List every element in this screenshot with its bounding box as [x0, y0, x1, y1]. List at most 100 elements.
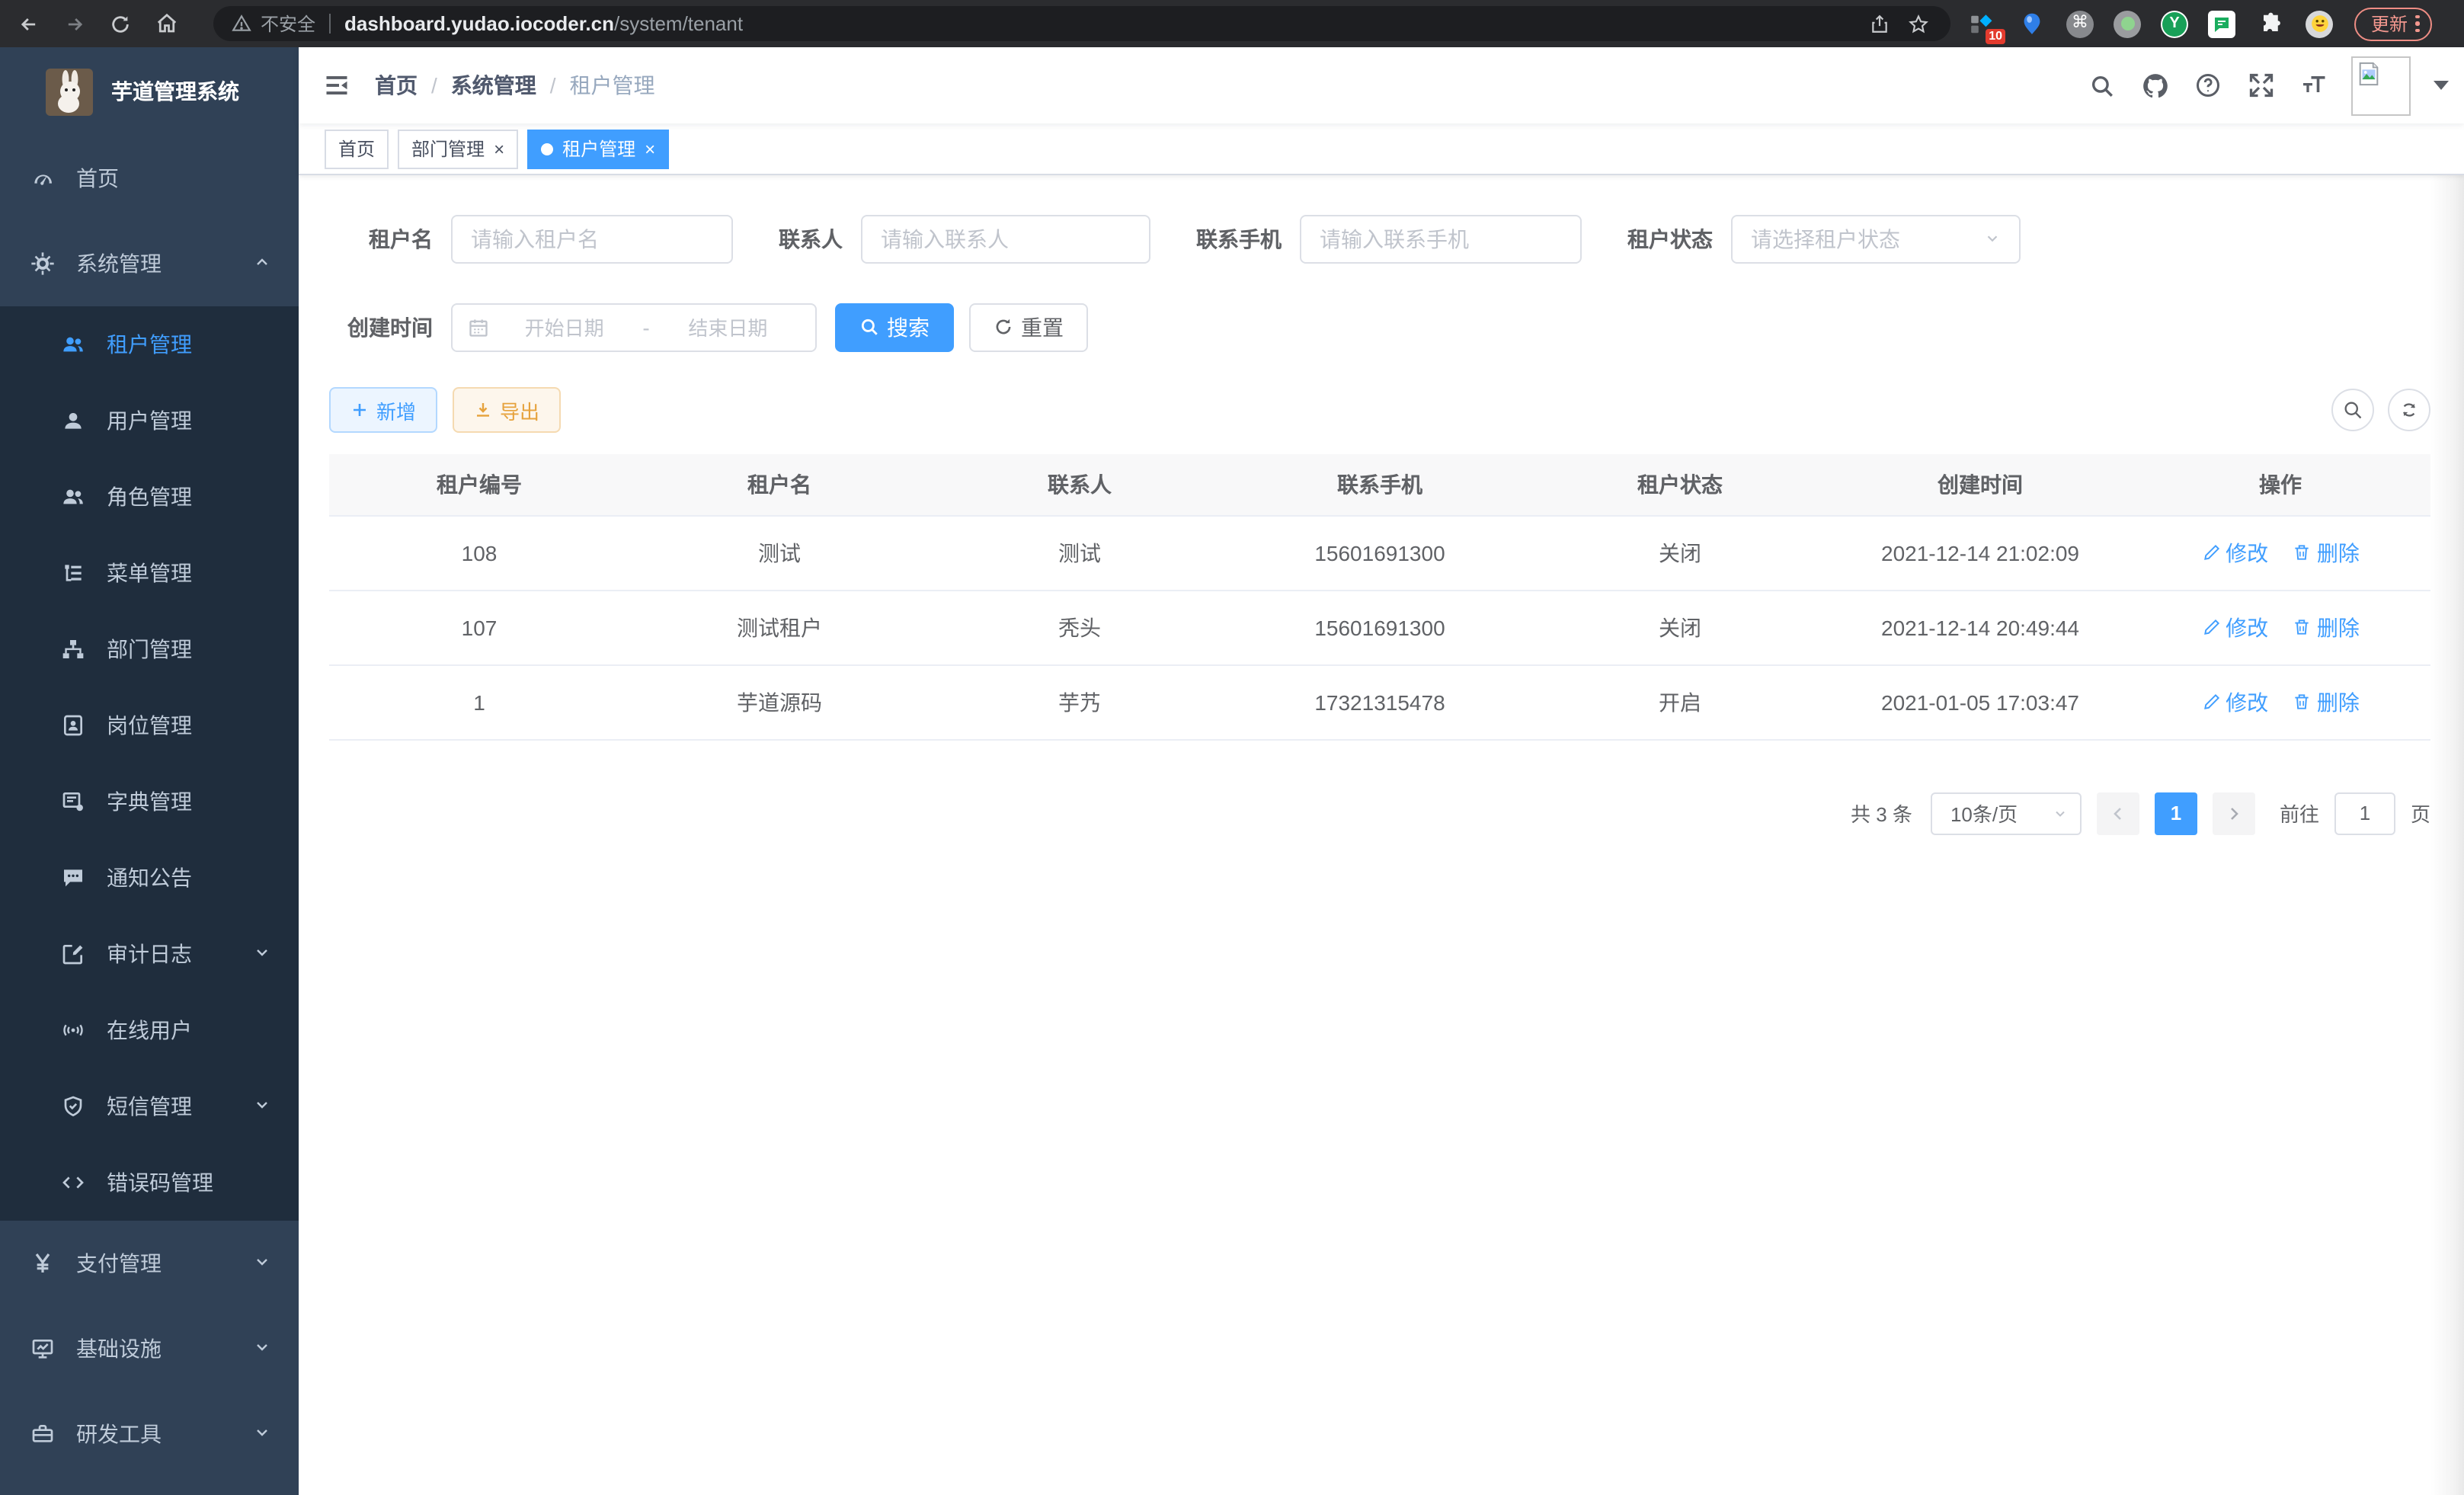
bookmark-star-icon[interactable] — [1899, 13, 1938, 34]
browser-toolbar: 不安全 dashboard.yudao.iocoder.cn/system/te… — [0, 0, 2464, 47]
delete-link[interactable]: 删除 — [2293, 537, 2360, 568]
mobile-input[interactable] — [1320, 226, 1562, 251]
edit-link[interactable]: 修改 — [2201, 612, 2268, 642]
share-icon[interactable] — [1859, 13, 1899, 34]
breadcrumb-system[interactable]: 系统管理 — [451, 70, 536, 101]
tab-dept[interactable]: 部门管理 × — [398, 129, 518, 168]
app-title: 芋道管理系统 — [111, 76, 239, 107]
cell-contact: 芋艿 — [930, 664, 1230, 739]
top-navbar: 首页 / 系统管理 / 租户管理 — [299, 47, 2464, 123]
tab-home[interactable]: 首页 — [325, 129, 389, 168]
sidebar-item-infra[interactable]: 基础设施 — [0, 1306, 299, 1391]
filter-contact: 联系人 — [779, 214, 1150, 263]
extension-smiley-icon[interactable] — [2306, 10, 2333, 37]
browser-back-button[interactable] — [6, 0, 52, 47]
sidebar-item-label: 支付管理 — [76, 1248, 162, 1279]
fullscreen-icon[interactable] — [2245, 69, 2278, 102]
delete-link[interactable]: 删除 — [2293, 687, 2360, 717]
export-button[interactable]: 导出 — [453, 387, 561, 433]
extension-puzzle-icon[interactable] — [2255, 8, 2286, 39]
table-search-toggle-icon[interactable] — [2331, 389, 2374, 431]
address-bar[interactable]: 不安全 dashboard.yudao.iocoder.cn/system/te… — [213, 6, 1950, 41]
people-icon — [61, 485, 85, 509]
extension-y-icon[interactable]: Y — [2161, 10, 2188, 37]
extension-collection-icon[interactable]: 10 — [1966, 8, 1996, 39]
edit-link[interactable]: 修改 — [2201, 537, 2268, 568]
sidebar-item-tenant[interactable]: 租户管理 — [0, 306, 299, 383]
breadcrumb-home[interactable]: 首页 — [375, 70, 418, 101]
extension-command-icon[interactable]: ⌘ — [2066, 10, 2094, 37]
contact-input[interactable] — [881, 226, 1131, 251]
sidebar-item-user[interactable]: 用户管理 — [0, 383, 299, 459]
browser-home-button[interactable] — [143, 0, 189, 47]
edit-log-icon — [61, 942, 85, 966]
pagination-total: 共 3 条 — [1851, 799, 1912, 828]
tab-tenant-active[interactable]: 租户管理 × — [527, 129, 669, 168]
table-refresh-icon[interactable] — [2388, 389, 2430, 431]
person-icon — [61, 408, 85, 433]
help-icon[interactable] — [2191, 69, 2225, 102]
page-number-1[interactable]: 1 — [2155, 792, 2197, 834]
github-icon[interactable] — [2138, 69, 2171, 102]
delete-link[interactable]: 删除 — [2293, 612, 2360, 642]
extension-recorder-icon[interactable] — [2114, 10, 2141, 37]
sidebar-item-label: 短信管理 — [107, 1091, 192, 1122]
update-label: 更新 — [2371, 11, 2408, 37]
edit-link[interactable]: 修改 — [2201, 687, 2268, 717]
tab-close-icon[interactable]: × — [645, 139, 655, 158]
add-button[interactable]: 新增 — [329, 387, 437, 433]
code-icon — [61, 1170, 85, 1195]
tags-view: 首页 部门管理 × 租户管理 × — [299, 123, 2464, 175]
goto-page-input[interactable] — [2334, 792, 2395, 834]
sidebar-item-menu[interactable]: 菜单管理 — [0, 535, 299, 611]
sidebar-collapse-icon[interactable] — [299, 47, 375, 123]
sidebar-item-errcode[interactable]: 错误码管理 — [0, 1144, 299, 1221]
extension-chat-icon[interactable] — [2208, 10, 2235, 37]
create-time-label: 创建时间 — [329, 312, 433, 342]
contact-label: 联系人 — [779, 223, 843, 254]
extension-balloon-icon[interactable] — [2016, 8, 2046, 39]
browser-forward-button[interactable] — [52, 0, 98, 47]
search-button-label: 搜索 — [887, 312, 930, 342]
sidebar-item-home[interactable]: 首页 — [0, 136, 299, 221]
col-status: 租户状态 — [1530, 454, 1830, 515]
cell-actions: 修改 删除 — [2130, 664, 2430, 739]
cell-created: 2021-12-14 21:02:09 — [1830, 515, 2130, 590]
sidebar-item-pay[interactable]: 支付管理 — [0, 1221, 299, 1306]
sidebar-item-online-users[interactable]: 在线用户 — [0, 992, 299, 1068]
browser-reload-button[interactable] — [98, 0, 143, 47]
navbar-actions — [2085, 56, 2464, 115]
search-button[interactable]: 搜索 — [835, 303, 954, 351]
next-page-button[interactable] — [2213, 792, 2255, 834]
scrollbar-gutter — [2430, 175, 2464, 1495]
sidebar-item-sms[interactable]: 短信管理 — [0, 1068, 299, 1144]
chevron-down-icon — [253, 1251, 271, 1276]
sidebar-item-dept[interactable]: 部门管理 — [0, 611, 299, 687]
header-search-icon[interactable] — [2085, 69, 2118, 102]
tab-close-icon[interactable]: × — [494, 139, 504, 158]
sidebar-item-role[interactable]: 角色管理 — [0, 459, 299, 535]
status-select[interactable]: 请选择租户状态 — [1731, 214, 2021, 263]
page-size-select[interactable]: 10条/页 — [1931, 792, 2082, 834]
app-logo-row[interactable]: 芋道管理系统 — [0, 47, 299, 136]
sidebar-item-notice[interactable]: 通知公告 — [0, 840, 299, 916]
date-range-picker[interactable]: 开始日期 - 结束日期 — [451, 303, 817, 351]
sidebar-item-post[interactable]: 岗位管理 — [0, 687, 299, 764]
tenant-name-input[interactable] — [471, 226, 713, 251]
avatar-broken-image[interactable] — [2351, 56, 2411, 115]
browser-menu-icon[interactable] — [2415, 15, 2419, 33]
chevron-down-icon — [2053, 805, 2068, 821]
reset-button[interactable]: 重置 — [969, 303, 1088, 351]
security-label[interactable]: 不安全 — [261, 11, 315, 37]
browser-update-button[interactable]: 更新 — [2354, 7, 2431, 40]
prev-page-button[interactable] — [2097, 792, 2139, 834]
avatar-dropdown-caret[interactable] — [2434, 81, 2449, 90]
sidebar-item-audit-log[interactable]: 审计日志 — [0, 916, 299, 992]
sidebar-item-devtools[interactable]: 研发工具 — [0, 1391, 299, 1477]
url-text[interactable]: dashboard.yudao.iocoder.cn/system/tenant — [344, 12, 1859, 35]
mobile-input-wrap — [1300, 214, 1582, 263]
export-button-label: 导出 — [500, 395, 539, 424]
font-size-icon[interactable] — [2298, 69, 2331, 102]
sidebar-item-dict[interactable]: 字典管理 — [0, 764, 299, 840]
sidebar-item-system[interactable]: 系统管理 — [0, 221, 299, 306]
